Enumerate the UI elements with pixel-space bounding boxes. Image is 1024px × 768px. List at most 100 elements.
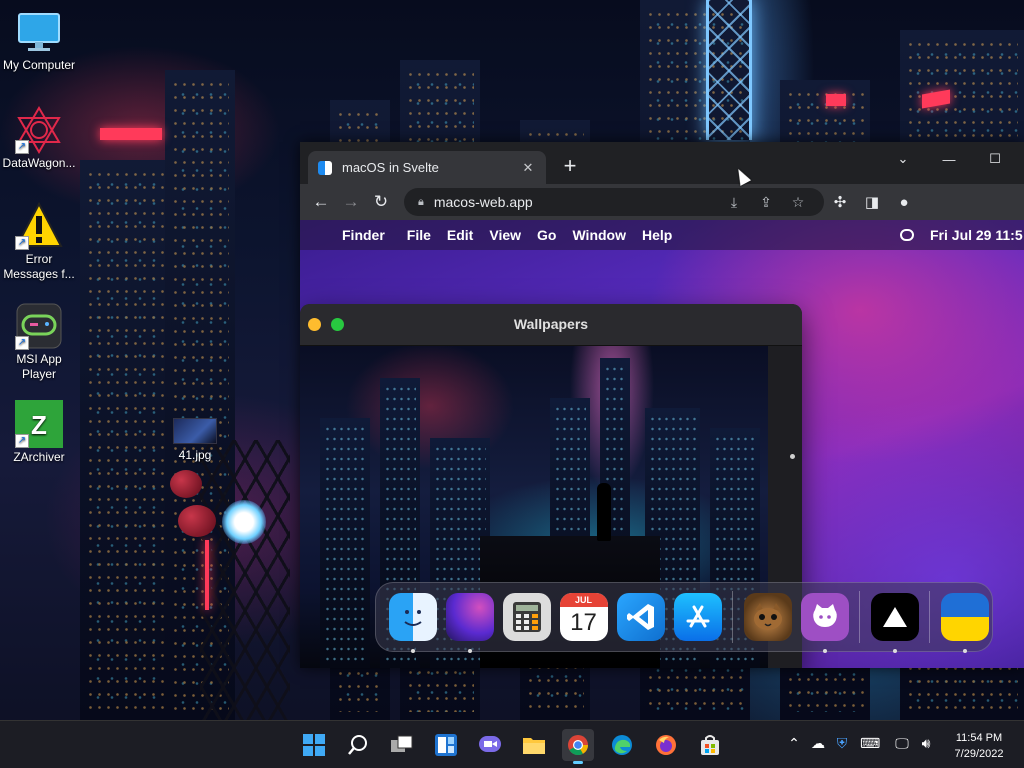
menu-view[interactable]: View: [489, 227, 521, 243]
tab-macos-in-svelte[interactable]: macOS in Svelte ✕: [308, 151, 546, 184]
tab-title: macOS in Svelte: [342, 160, 439, 175]
finder-face-icon: [403, 610, 422, 626]
dock-calculator[interactable]: [502, 593, 551, 641]
desktop-icon-label: ZArchiver: [13, 450, 65, 464]
widgets-button[interactable]: [430, 729, 462, 761]
dock-separator: [732, 591, 733, 643]
extensions-icon[interactable]: ✣: [824, 193, 856, 211]
dock-vscode[interactable]: [616, 593, 665, 641]
desktop-icon-error-messages[interactable]: ↗ Error Messages f...: [0, 201, 78, 282]
vercel-triangle-icon: [882, 607, 907, 627]
chevron-up-icon[interactable]: ⌃: [784, 735, 804, 752]
scroll-indicator-icon: [790, 454, 795, 459]
tab-strip: macOS in Svelte ✕ + ⌄ — ☐: [300, 142, 1024, 184]
forward-button[interactable]: →: [336, 187, 366, 217]
desktop-icon-msi-app-player[interactable]: ↗ MSI App Player: [0, 302, 78, 382]
tab-search-button[interactable]: ⌄: [880, 146, 926, 172]
share-icon[interactable]: ⇪: [750, 194, 782, 211]
shortcut-arrow-icon: ↗: [15, 236, 29, 250]
profile-icon[interactable]: ●: [888, 194, 920, 211]
menu-window[interactable]: Window: [572, 227, 626, 243]
menu-finder[interactable]: Finder: [342, 227, 385, 243]
volume-icon[interactable]: 🔊︎: [916, 735, 936, 752]
menu-help[interactable]: Help: [642, 227, 672, 243]
shortcut-arrow-icon: ↗: [15, 140, 29, 154]
lock-icon[interactable]: 🔒︎: [418, 196, 424, 209]
back-button[interactable]: ←: [306, 187, 336, 217]
new-tab-button[interactable]: +: [558, 154, 582, 178]
desktop-icon-zarchiver[interactable]: Z ↗ ZArchiver: [0, 400, 78, 465]
gamepad-icon: ↗: [15, 302, 63, 350]
install-icon[interactable]: ⤓: [718, 194, 750, 211]
maximize-button[interactable]: ☐: [972, 146, 1018, 172]
dock-vercel[interactable]: [870, 593, 919, 653]
store-icon: [701, 735, 719, 755]
calculator-icon: [512, 602, 541, 632]
side-panel-icon[interactable]: ◨: [856, 193, 888, 211]
task-view-icon: [391, 735, 413, 752]
minimize-button[interactable]: —: [926, 146, 972, 172]
dock-purus-twitter[interactable]: [743, 593, 792, 641]
network-icon[interactable]: 🖵︎: [892, 735, 912, 752]
address-bar[interactable]: 🔒︎ macos-web.app ⤓ ⇪ ☆: [404, 188, 824, 216]
reload-button[interactable]: ↻: [366, 187, 396, 217]
desktop-file-41-jpg[interactable]: 41.jpg: [160, 418, 230, 462]
menu-edit[interactable]: Edit: [447, 227, 473, 243]
store-button[interactable]: [694, 729, 726, 761]
start-icon: [303, 734, 325, 756]
control-center-icon[interactable]: [900, 229, 914, 241]
dock-github[interactable]: [800, 593, 849, 653]
dock-finder[interactable]: [388, 593, 437, 653]
app-store-icon: [686, 605, 709, 628]
running-indicator: [467, 649, 472, 653]
start-button[interactable]: [298, 729, 330, 761]
macos-dock: JUL 17: [375, 582, 993, 653]
taskbar-clock[interactable]: 11:54 PM 7/29/2022: [942, 730, 1016, 762]
desktop-icon-label: Error Messages f...: [3, 252, 75, 281]
dock-app-store[interactable]: [673, 593, 722, 641]
zarchiver-icon: Z ↗: [15, 400, 63, 448]
desktop-icon-my-computer[interactable]: My Computer: [0, 8, 78, 73]
desktop-icon-datawagon[interactable]: ↗ DataWagon...: [0, 106, 78, 171]
calendar-day: 17: [570, 609, 597, 636]
running-indicator: [410, 649, 415, 653]
url-text: macos-web.app: [433, 194, 533, 210]
datawagon-icon: ↗: [15, 106, 63, 154]
star-icon[interactable]: ☆: [782, 194, 814, 211]
menu-go[interactable]: Go: [537, 227, 556, 243]
tab-close-icon[interactable]: ✕: [520, 160, 536, 176]
desktop-icon-label: DataWagon...: [2, 156, 76, 170]
chat-button[interactable]: [474, 729, 506, 761]
menu-file[interactable]: File: [407, 227, 431, 243]
clock-date: 7/29/2022: [954, 748, 1004, 760]
wallpapers-titlebar[interactable]: Wallpapers: [300, 304, 802, 346]
svg-text:Z: Z: [31, 410, 47, 440]
file-explorer-icon: [523, 738, 545, 754]
task-view-button[interactable]: [386, 729, 418, 761]
warning-icon: ↗: [15, 201, 63, 250]
chrome-taskbar-button[interactable]: [562, 729, 594, 764]
monitor-icon: [15, 8, 63, 56]
taskbar-search-button[interactable]: [342, 729, 374, 761]
running-indicator: [962, 649, 967, 653]
edge-icon: [612, 735, 632, 755]
cat-icon: [753, 603, 782, 630]
keyboard-icon[interactable]: ⌨: [860, 735, 880, 752]
edge-button[interactable]: [606, 729, 638, 761]
chrome-window: macOS in Svelte ✕ + ⌄ — ☐ ← → ↻ 🔒︎ macos…: [300, 142, 1024, 668]
security-icon[interactable]: ⛨: [832, 735, 852, 752]
wallpapers-title: Wallpapers: [513, 316, 589, 332]
image-file-icon: [173, 418, 217, 444]
dock-calendar[interactable]: JUL 17: [559, 593, 608, 641]
desktop-icon-label: My Computer: [2, 58, 76, 72]
firefox-button[interactable]: [650, 729, 682, 761]
shortcut-arrow-icon: ↗: [15, 434, 29, 448]
menubar-clock[interactable]: Fri Jul 29 11:5: [930, 227, 1023, 243]
dock-ukraine[interactable]: [940, 593, 989, 653]
dock-wallpapers[interactable]: [445, 593, 494, 653]
search-icon: [348, 735, 367, 755]
onedrive-icon[interactable]: ☁: [808, 735, 828, 752]
file-explorer-button[interactable]: [518, 729, 550, 761]
finder-favicon-icon: [318, 160, 332, 175]
widgets-icon: [435, 734, 457, 756]
